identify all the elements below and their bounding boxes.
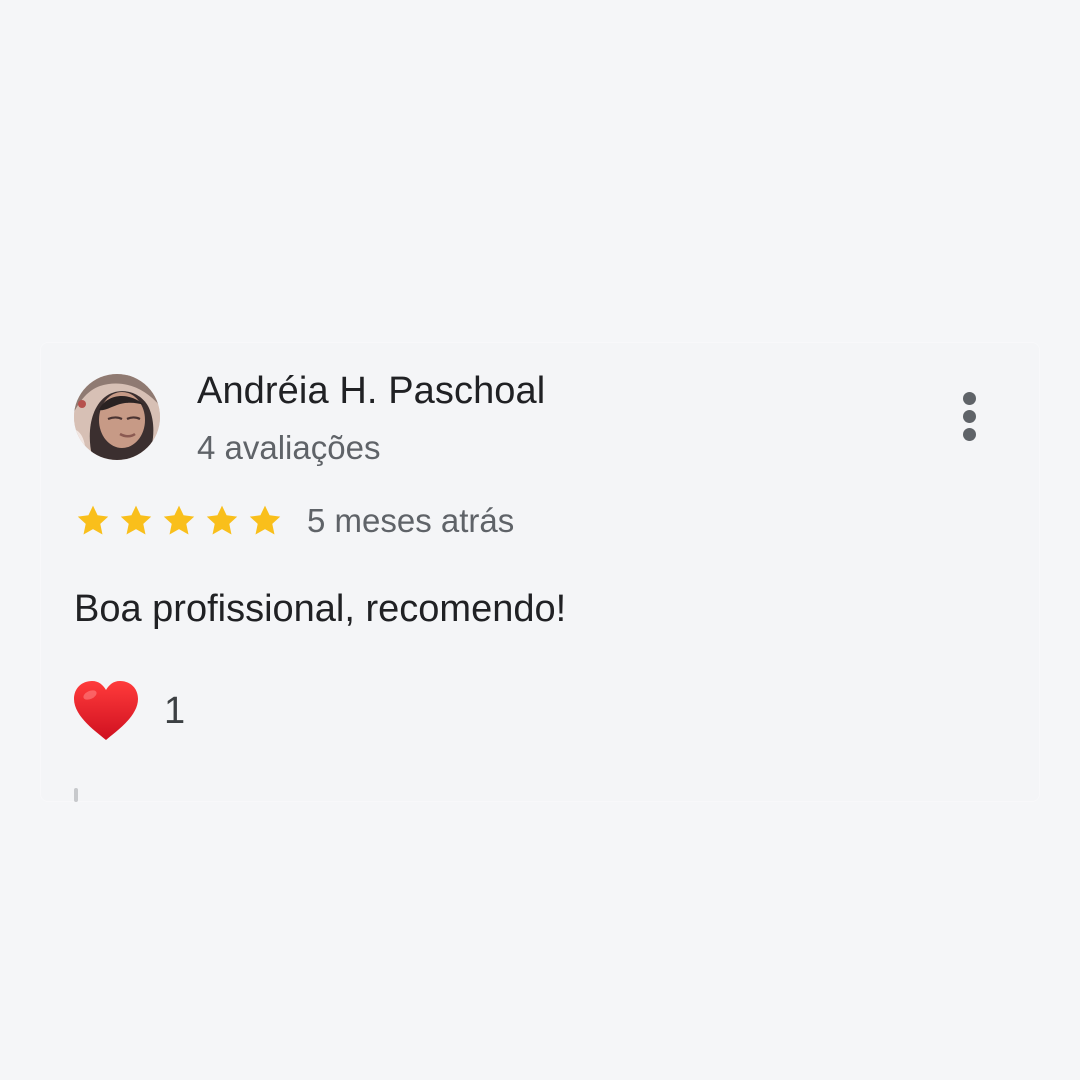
menu-dot xyxy=(963,410,976,423)
rating-row: 5 meses atrás xyxy=(74,500,514,542)
reviewer-name[interactable]: Andréia H. Paschoal xyxy=(197,369,545,413)
reaction-button[interactable]: 1 xyxy=(70,676,185,746)
review-text: Boa profissional, recomendo! xyxy=(74,588,567,630)
review-date: 5 meses atrás xyxy=(307,502,515,539)
scroll-indicator xyxy=(74,788,78,802)
heart-icon xyxy=(74,681,138,740)
star-icon xyxy=(249,505,281,535)
more-options-button[interactable] xyxy=(950,386,990,446)
avatar[interactable] xyxy=(74,374,160,460)
review-card: Andréia H. Paschoal 4 avaliações 5 meses… xyxy=(40,342,1040,802)
avatar-photo xyxy=(74,374,160,460)
star-icon xyxy=(77,505,109,535)
reaction-count: 1 xyxy=(164,690,186,732)
menu-dot xyxy=(963,428,976,441)
page: Andréia H. Paschoal 4 avaliações 5 meses… xyxy=(0,0,1080,1080)
reviewer-review-count: 4 avaliações xyxy=(197,429,381,466)
star-icon xyxy=(163,505,195,535)
star-icon xyxy=(206,505,238,535)
star-rating xyxy=(74,502,290,540)
menu-dot xyxy=(963,392,976,405)
star-icon xyxy=(120,505,152,535)
